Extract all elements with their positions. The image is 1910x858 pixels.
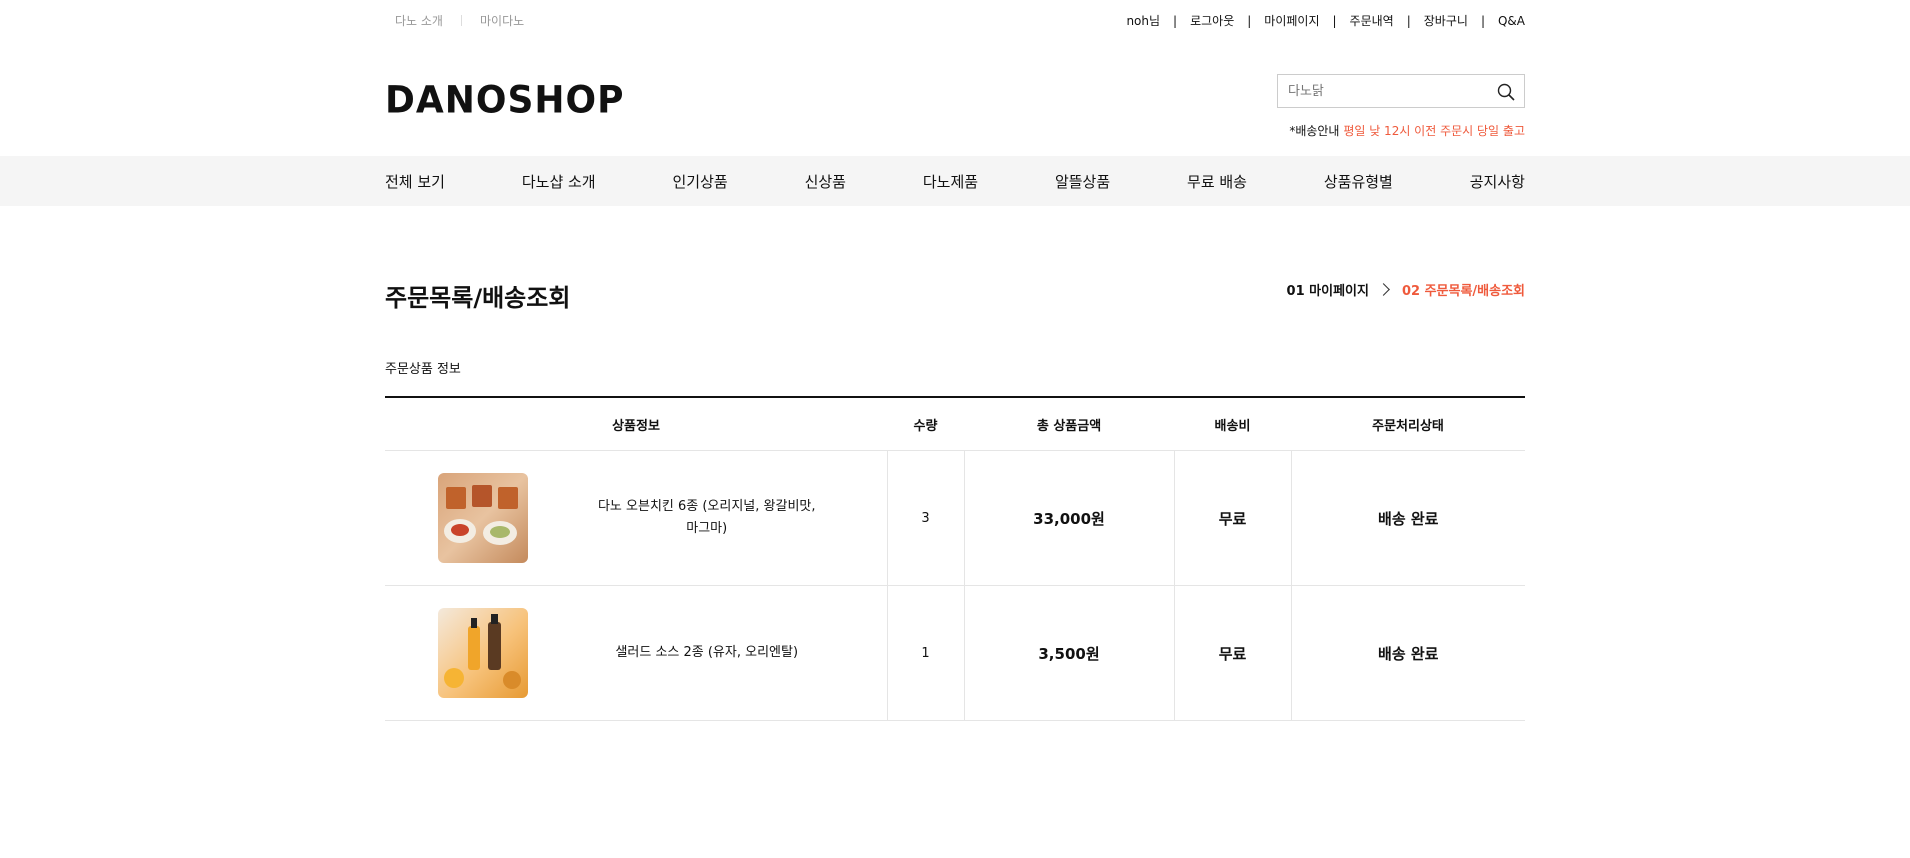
nav-item-new[interactable]: 신상품 [805, 171, 846, 192]
product-info: 다노 오븐치킨 6종 (오리지널, 왕갈비맛, 마그마) [386, 473, 886, 563]
price-cell: 33,000원 [963, 450, 1174, 586]
breadcrumb-current: 02 주문목록/배송조회 [1401, 284, 1525, 299]
my-dano-link[interactable]: 마이다노 [480, 12, 524, 29]
breadcrumb: 01 마이페이지 02 주문목록/배송조회 [1287, 280, 1525, 299]
column-header: 수량 [887, 396, 964, 451]
search-icon[interactable] [1497, 83, 1515, 101]
shipping-notice-highlight: 평일 낮 12시 이전 주문시 당일 출고 [1343, 124, 1525, 138]
section-label: 주문상품 정보 [385, 362, 461, 377]
table-row: 다노 오븐치킨 6종 (오리지널, 왕갈비맛, 마그마) 3 33,000원 무… [385, 450, 1525, 586]
status-cell: 배송 완료 [1290, 585, 1525, 721]
table-header-row: 상품정보 수량 총 상품금액 배송비 주문처리상태 [385, 396, 1525, 451]
column-header: 배송비 [1174, 396, 1291, 451]
nav-item-all[interactable]: 전체 보기 [385, 171, 445, 192]
quantity-cell: 1 [886, 585, 964, 721]
breadcrumb-mypage[interactable]: 01 마이페이지 [1287, 280, 1369, 299]
site-logo[interactable]: DANOSHOP [385, 79, 625, 122]
user-greeting: noh님 [1126, 14, 1161, 28]
page-title: 주문목록/배송조회 [385, 284, 571, 312]
nav-item-sale[interactable]: 알뜰상품 [1055, 171, 1110, 192]
product-name[interactable]: 다노 오븐치킨 6종 (오리지널, 왕갈비맛, 마그마) [528, 496, 886, 540]
product-info: 샐러드 소스 2종 (유자, 오리엔탈) [386, 608, 886, 698]
shipping-notice: *배송안내 평일 낮 12시 이전 주문시 당일 출고 [1289, 124, 1525, 138]
column-header: 총 상품금액 [964, 396, 1174, 451]
qna-link[interactable]: Q&A [1498, 14, 1525, 28]
column-header: 주문처리상태 [1291, 396, 1525, 451]
nav-item-dano-products[interactable]: 다노제품 [923, 171, 978, 192]
site-header: DANOSHOP *배송안내 평일 낮 12시 이전 주문시 당일 출고 [385, 40, 1525, 156]
table-row: 샐러드 소스 2종 (유자, 오리엔탈) 1 3,500원 무료 배송 완료 [385, 585, 1525, 721]
sauce-product-image [444, 614, 521, 689]
quantity-cell: 3 [886, 450, 964, 586]
nav-item-notice[interactable]: 공지사항 [1470, 171, 1525, 192]
about-dano-link[interactable]: 다노 소개 [395, 12, 443, 29]
chevron-right-icon [1377, 283, 1390, 296]
column-header: 상품정보 [385, 396, 887, 451]
chicken-product-image [444, 485, 518, 545]
product-thumbnail[interactable] [438, 473, 528, 563]
product-thumbnail[interactable] [438, 608, 528, 698]
main-nav-bar: 전체 보기 다노샵 소개 인기상품 신상품 다노제품 알뜰상품 무료 배송 상품… [0, 156, 1910, 206]
nav-item-about[interactable]: 다노샵 소개 [522, 171, 596, 192]
page-title-bar: 주문목록/배송조회 01 마이페이지 02 주문목록/배송조회 [385, 206, 1525, 356]
nav-item-popular[interactable]: 인기상품 [673, 171, 728, 192]
mypage-link[interactable]: 마이페이지 [1264, 12, 1319, 29]
nav-item-by-type[interactable]: 상품유형별 [1324, 171, 1393, 192]
status-cell: 배송 완료 [1290, 450, 1525, 586]
price-cell: 3,500원 [963, 585, 1174, 721]
nav-item-free-shipping[interactable]: 무료 배송 [1187, 171, 1247, 192]
shipping-cell: 무료 [1173, 450, 1291, 586]
search-input[interactable] [1278, 75, 1498, 107]
search-box [1277, 74, 1525, 108]
main-nav: 전체 보기 다노샵 소개 인기상품 신상품 다노제품 알뜰상품 무료 배송 상품… [385, 156, 1525, 206]
divider [460, 15, 462, 26]
product-name[interactable]: 샐러드 소스 2종 (유자, 오리엔탈) [528, 642, 886, 664]
order-table: 상품정보 수량 총 상품금액 배송비 주문처리상태 다노 오븐치킨 6종 (오리… [385, 396, 1525, 721]
logout-link[interactable]: 로그아웃 [1190, 12, 1234, 29]
utility-bar: 다노 소개 마이다노 noh님 | 로그아웃 | 마이페이지 | 주문내역 | … [395, 12, 1525, 29]
order-history-link[interactable]: 주문내역 [1350, 12, 1394, 29]
shipping-cell: 무료 [1173, 585, 1291, 721]
cart-link[interactable]: 장바구니 [1424, 12, 1468, 29]
